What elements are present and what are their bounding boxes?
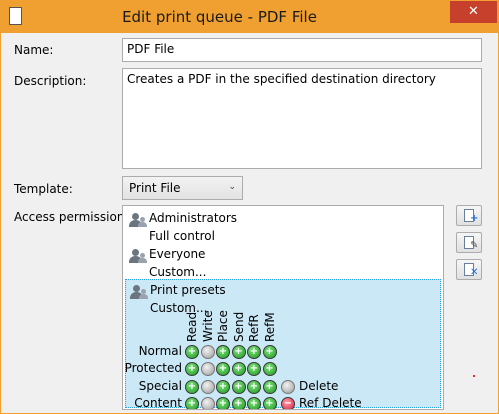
permission-principal: Administrators <box>149 211 238 225</box>
permission-principal: Everyone <box>149 247 206 261</box>
user-group-icon <box>129 213 147 227</box>
column-header-refr: RefR <box>247 314 261 342</box>
stray-mark <box>473 375 475 377</box>
permission-toggle-content-refr[interactable]: + <box>247 396 261 409</box>
action-mark-icon: ✎ <box>470 240 479 251</box>
row-header-normal: Normal <box>138 344 182 358</box>
permission-level: Full control <box>149 229 215 243</box>
permission-extra-label: Delete <box>299 378 339 393</box>
permission-level: Custom... <box>149 265 207 279</box>
permission-toggle-special-read[interactable]: + <box>185 379 199 394</box>
permission-toggle-protected-send[interactable]: + <box>231 362 246 377</box>
permission-toggle-special-place[interactable]: + <box>216 379 230 394</box>
permission-toggle-protected-read[interactable]: + <box>185 362 199 377</box>
edit-permission-button[interactable]: ✎ <box>456 232 482 253</box>
permission-toggle-content-refm[interactable]: + <box>262 396 277 409</box>
permission-toggle-content-write[interactable] <box>200 396 215 409</box>
template-select[interactable]: Print File ⌄ <box>122 176 243 200</box>
close-button[interactable]: ✕ <box>450 1 497 23</box>
template-select-value: Print File <box>129 181 181 195</box>
row-header-special: Special <box>138 378 182 393</box>
permission-toggle-protected-refr[interactable]: + <box>247 362 261 377</box>
permission-toggle-content-read[interactable]: + <box>185 396 199 409</box>
title-bar[interactable]: Edit print queue - PDF File ✕ <box>1 1 498 33</box>
name-field[interactable]: PDF File <box>122 38 482 62</box>
description-label: Description: <box>14 74 87 88</box>
permission-entry-print-presets[interactable]: Print presets Custom... Read Write Place Se… <box>124 279 441 410</box>
permission-toggle-special-write[interactable] <box>200 379 215 394</box>
permission-toggle-content-send[interactable]: + <box>231 396 246 409</box>
permission-toggle-normal-place[interactable]: + <box>216 345 230 359</box>
permission-toggle-special-delete[interactable] <box>281 379 295 394</box>
access-permissions-label: Access permissions: <box>14 210 135 224</box>
chevron-down-icon: ⌄ <box>228 182 236 192</box>
permission-toggle-special-refm[interactable]: + <box>262 379 277 394</box>
template-label: Template: <box>14 182 73 196</box>
permission-toggle-special-refr[interactable]: + <box>247 379 261 394</box>
permissions-list[interactable]: Administrators Full control Everyone Cus… <box>122 205 444 410</box>
description-field[interactable]: Creates a PDF in the specified destinati… <box>122 68 482 169</box>
permission-extra-label: Ref Delete <box>299 395 362 410</box>
column-header-refm: RefM <box>262 312 277 342</box>
permission-toggle-content-ref-delete[interactable]: − <box>281 396 295 409</box>
permission-toggle-normal-send[interactable]: + <box>231 345 246 359</box>
column-header-read: Read <box>185 311 199 342</box>
add-permission-button[interactable]: + <box>456 205 482 226</box>
user-group-icon <box>130 285 148 299</box>
permission-toggle-protected-refm[interactable]: + <box>262 362 277 377</box>
permission-toggle-normal-refm[interactable]: + <box>262 345 277 359</box>
action-mark-icon: + <box>470 213 479 224</box>
permission-toggle-protected-write[interactable] <box>200 362 215 377</box>
permission-toggle-protected-place[interactable]: + <box>216 362 230 377</box>
row-header-protected: Protected <box>124 361 182 376</box>
row-header-content: Content <box>134 395 182 410</box>
permission-toggle-content-place[interactable]: + <box>216 396 230 409</box>
window-title: Edit print queue - PDF File <box>122 8 317 26</box>
name-label: Name: <box>14 43 54 57</box>
permission-toggle-normal-read[interactable]: + <box>185 345 199 359</box>
permission-toggle-normal-refr[interactable]: + <box>247 345 261 359</box>
column-header-send: Send <box>231 311 246 342</box>
action-mark-icon: ✕ <box>470 267 479 278</box>
user-group-icon <box>129 249 147 263</box>
permission-toggle-normal-write[interactable] <box>200 345 215 359</box>
edit-print-queue-dialog: Edit print queue - PDF File ✕ Name: PDF … <box>0 0 499 414</box>
permission-toggle-special-send[interactable]: + <box>231 379 246 394</box>
column-header-write: Write <box>200 310 215 342</box>
column-header-place: Place <box>216 310 230 342</box>
remove-permission-button[interactable]: ✕ <box>456 259 482 280</box>
